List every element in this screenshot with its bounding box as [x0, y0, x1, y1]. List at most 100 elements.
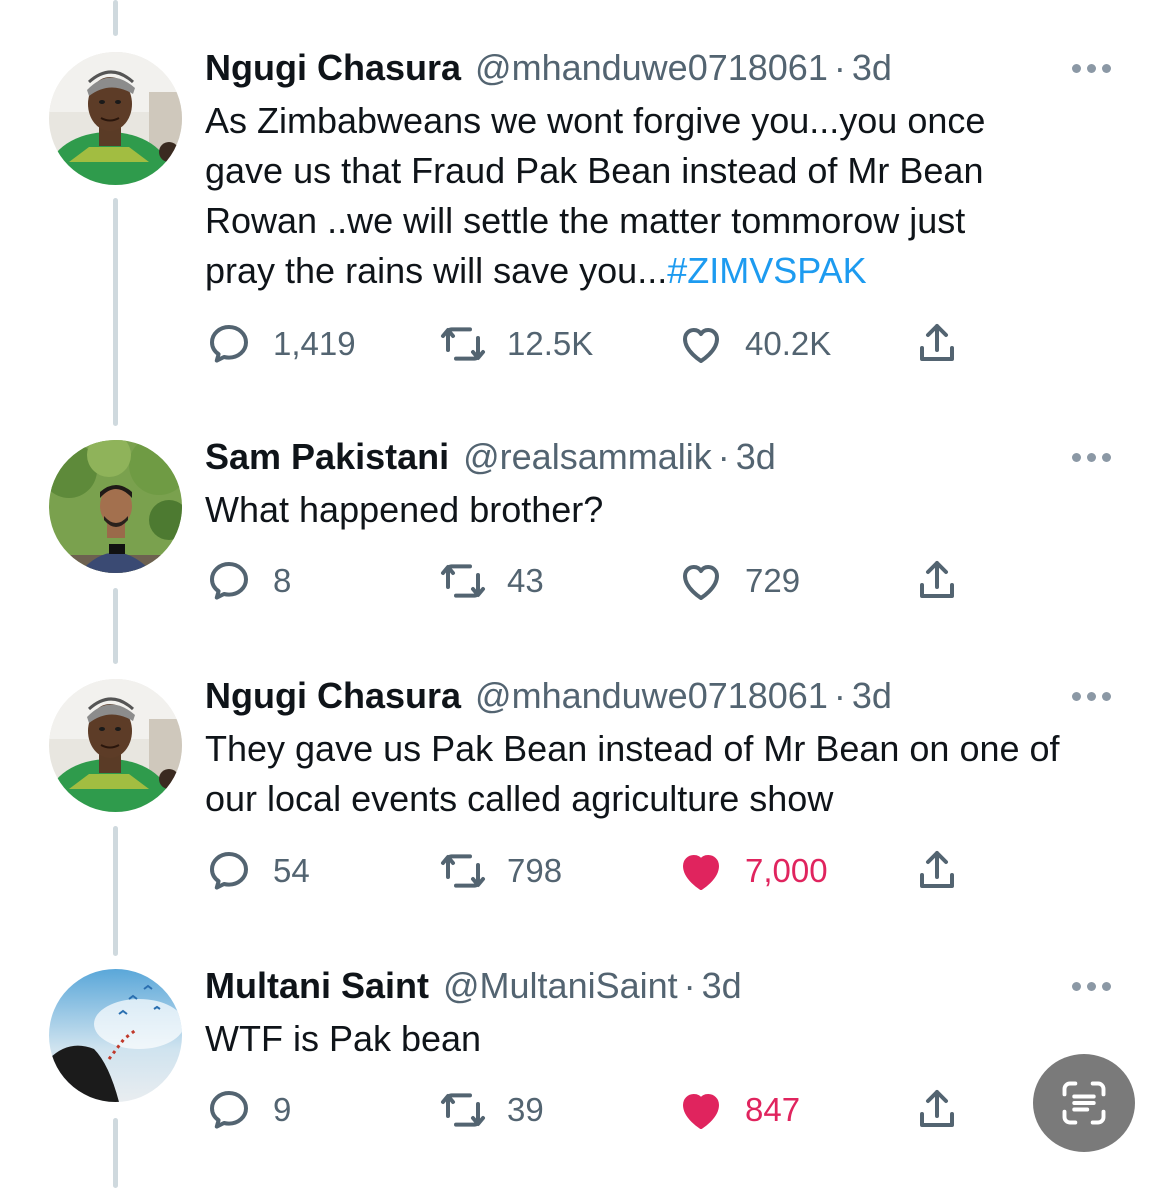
reply-icon	[210, 562, 248, 600]
tweet-actions: 54 798 7,000	[205, 847, 965, 895]
like-count: 847	[745, 1091, 801, 1128]
thread-line-2	[113, 588, 118, 664]
like-count: 729	[745, 562, 801, 599]
avatar-multani-saint[interactable]	[49, 969, 182, 1102]
retweet-icon	[441, 1093, 485, 1127]
more-options-icon[interactable]	[1072, 686, 1118, 706]
tweet-1[interactable]: Ngugi Chasura @mhanduwe0718061 · 3d As Z…	[0, 0, 1169, 420]
tweet-header: Multani Saint @MultaniSaint · 3d	[205, 966, 742, 1006]
header-separator: ·	[717, 436, 730, 477]
retweet-count: 798	[507, 852, 563, 889]
tweet-actions: 9 39 847	[205, 1086, 965, 1134]
header-separator: ·	[683, 965, 696, 1006]
share-icon	[920, 324, 954, 361]
reply-icon	[210, 852, 248, 890]
tweet-header: Ngugi Chasura @mhanduwe0718061 · 3d	[205, 676, 892, 716]
author-name[interactable]: Multani Saint	[205, 966, 429, 1006]
retweet-button[interactable]: 43	[439, 557, 544, 605]
person-green-jersey-avatar-icon	[49, 679, 182, 812]
reply-button[interactable]: 54	[205, 847, 310, 895]
retweet-button[interactable]: 798	[439, 847, 562, 895]
share-icon	[920, 561, 954, 598]
text-scan-button[interactable]	[1033, 1054, 1135, 1152]
author-name[interactable]: Ngugi Chasura	[205, 676, 461, 716]
like-count: 7,000	[745, 852, 828, 889]
author-name[interactable]: Ngugi Chasura	[205, 48, 461, 88]
tweet-time[interactable]: 3d	[736, 437, 776, 477]
author-handle[interactable]: @mhanduwe0718061	[475, 676, 828, 716]
heart-filled-icon	[683, 855, 719, 890]
share-icon	[920, 851, 954, 888]
reply-button[interactable]: 8	[205, 557, 291, 605]
tweet-time[interactable]: 3d	[702, 966, 742, 1006]
tweet-text-line: As Zimbabweans we wont forgive you...you…	[205, 100, 986, 141]
author-handle[interactable]: @MultaniSaint	[443, 966, 678, 1006]
reply-button[interactable]: 9	[205, 1086, 291, 1134]
tweet-text-line: our local events called agriculture show	[205, 778, 834, 819]
thread-line-4	[113, 1118, 118, 1188]
tweet-text: As Zimbabweans we wont forgive you...you…	[205, 96, 1135, 296]
retweet-icon	[441, 854, 485, 888]
avatar-ngugi-chasura[interactable]	[49, 52, 182, 185]
reply-button[interactable]: 1,419	[205, 320, 356, 368]
like-button[interactable]: 7,000	[677, 847, 828, 895]
heart-icon	[683, 328, 719, 363]
tweet-text: They gave us Pak Bean instead of Mr Bean…	[205, 724, 1135, 824]
hashtag-link[interactable]: #ZIMVSPAK	[667, 250, 866, 291]
like-button[interactable]: 729	[677, 557, 800, 605]
author-name[interactable]: Sam Pakistani	[205, 437, 449, 477]
tweet-text-line: They gave us Pak Bean instead of Mr Bean…	[205, 728, 1060, 769]
share-icon	[920, 1090, 954, 1127]
tweet-time[interactable]: 3d	[852, 676, 892, 716]
retweet-count: 12.5K	[507, 325, 594, 362]
thread-line-3	[113, 826, 118, 956]
like-button[interactable]: 40.2K	[677, 320, 831, 368]
person-outdoor-avatar-icon	[49, 440, 182, 573]
sky-birds-avatar-icon	[49, 969, 182, 1102]
more-options-icon[interactable]	[1072, 976, 1118, 996]
reply-count: 1,419	[273, 325, 356, 362]
reply-count: 8	[273, 562, 292, 599]
author-handle[interactable]: @mhanduwe0718061	[475, 48, 828, 88]
more-options-icon[interactable]	[1072, 58, 1118, 78]
tweet-text: WTF is Pak bean	[205, 1014, 1135, 1064]
heart-filled-icon	[683, 1094, 719, 1129]
retweet-count: 43	[507, 562, 544, 599]
tweet-text-line: Rowan ..we will settle the matter tommor…	[205, 200, 966, 241]
tweet-header: Ngugi Chasura @mhanduwe0718061 · 3d	[205, 48, 892, 88]
avatar-sam-pakistani[interactable]	[49, 440, 182, 573]
retweet-button[interactable]: 12.5K	[439, 320, 593, 368]
reply-icon	[210, 1091, 248, 1129]
tweet-text-line: gave us that Fraud Pak Bean instead of M…	[205, 150, 984, 191]
reply-count: 9	[273, 1091, 292, 1128]
reply-icon	[210, 325, 248, 363]
header-separator: ·	[833, 47, 846, 88]
tweet-actions: 1,419 12.5K 40.2K	[205, 320, 965, 368]
tweet-text-line: What happened brother?	[205, 489, 604, 530]
like-button[interactable]: 847	[677, 1086, 800, 1134]
more-options-icon[interactable]	[1072, 447, 1118, 467]
heart-icon	[683, 565, 719, 600]
tweet-text-line: WTF is Pak bean	[205, 1018, 482, 1059]
tweet-text: What happened brother?	[205, 485, 1135, 535]
author-handle[interactable]: @realsammalik	[463, 437, 712, 477]
tweet-header: Sam Pakistani @realsammalik · 3d	[205, 437, 776, 477]
share-button[interactable]	[913, 1086, 961, 1134]
retweet-count: 39	[507, 1091, 544, 1128]
retweet-icon	[441, 564, 485, 598]
person-green-jersey-avatar-icon	[49, 52, 182, 185]
like-count: 40.2K	[745, 325, 832, 362]
retweet-button[interactable]: 39	[439, 1086, 544, 1134]
avatar-ngugi-chasura[interactable]	[49, 679, 182, 812]
tweet-time[interactable]: 3d	[852, 48, 892, 88]
tweet-text-segment: pray the rains will save you...	[205, 250, 668, 291]
tweet-actions: 8 43 729	[205, 557, 965, 605]
share-button[interactable]	[913, 557, 961, 605]
share-button[interactable]	[913, 847, 961, 895]
text-scan-icon	[1062, 1081, 1106, 1125]
share-button[interactable]	[913, 320, 961, 368]
retweet-icon	[441, 327, 485, 361]
header-separator: ·	[833, 675, 846, 716]
reply-count: 54	[273, 852, 310, 889]
tweet-text-line: pray the rains will save you...#ZIMVSPAK	[205, 246, 1135, 296]
